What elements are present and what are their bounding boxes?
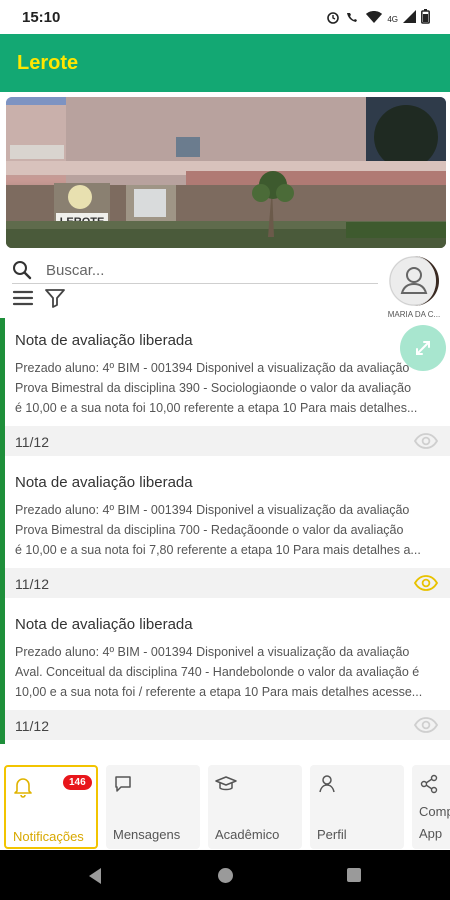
notification-footer: 11/12 bbox=[5, 426, 450, 456]
recent-apps-icon[interactable] bbox=[347, 868, 361, 882]
notification-body: Prezado aluno: 4º BIM - 001394 Disponive… bbox=[15, 500, 447, 560]
nav-label: Notificações bbox=[13, 829, 84, 844]
nav-label: Perfil bbox=[317, 827, 347, 842]
menu-icon[interactable] bbox=[12, 289, 34, 312]
chat-icon bbox=[113, 774, 133, 799]
notification-card[interactable]: Nota de avaliação liberada Prezado aluno… bbox=[0, 602, 450, 744]
nav-label: Acadêmico bbox=[215, 827, 280, 842]
eye-icon[interactable] bbox=[413, 717, 439, 738]
notification-title: Nota de avaliação liberada bbox=[15, 332, 193, 349]
status-time: 15:10 bbox=[22, 9, 61, 26]
wifi-calling-icon bbox=[345, 10, 361, 29]
back-icon[interactable] bbox=[87, 867, 103, 890]
graduation-cap-icon bbox=[215, 774, 237, 799]
bell-icon bbox=[13, 776, 33, 803]
nav-share-app[interactable]: Comp App bbox=[412, 765, 450, 849]
nav-label-line: App bbox=[419, 826, 443, 841]
profile-switcher[interactable]: MARIA DA C... bbox=[384, 256, 444, 319]
list-tools bbox=[12, 288, 66, 313]
notification-footer: 11/12 bbox=[5, 710, 450, 740]
search-icon[interactable] bbox=[12, 260, 32, 285]
notification-body-line: Prova Bimestral da disciplina 390 - Soci… bbox=[15, 381, 412, 395]
notification-count-badge: 146 bbox=[63, 775, 92, 790]
notification-footer: 11/12 bbox=[5, 568, 450, 598]
notification-body: Prezado aluno: 4º BIM - 001394 Disponive… bbox=[15, 642, 447, 702]
nav-notifications[interactable]: 146 Notificações bbox=[4, 765, 98, 849]
wifi-icon bbox=[366, 10, 383, 29]
status-bar: 15:10 4G bbox=[0, 0, 450, 34]
eye-icon[interactable] bbox=[413, 575, 439, 596]
notification-body: Prezado aluno: 4º BIM - 001394 Disponive… bbox=[15, 358, 447, 418]
notification-body-line: Aval. Conceitual da disciplina 740 - Han… bbox=[15, 665, 420, 679]
expand-arrows-icon bbox=[416, 341, 430, 355]
status-icons: 4G bbox=[326, 9, 430, 29]
filter-icon[interactable] bbox=[44, 288, 66, 313]
notification-body-line: é 10,00 e a sua nota foi 7,80 referente … bbox=[15, 543, 421, 557]
expand-button[interactable] bbox=[400, 325, 446, 371]
notification-card[interactable]: Nota de avaliação liberada Prezado aluno… bbox=[0, 460, 450, 602]
nav-label-line: Comp bbox=[419, 804, 450, 819]
app-bar: Lerote bbox=[0, 34, 450, 92]
search-input[interactable] bbox=[46, 259, 366, 281]
app-title: Lerote bbox=[17, 52, 79, 74]
user-silhouette-icon bbox=[389, 256, 436, 306]
notification-body-line: Prezado aluno: 4º BIM - 001394 Disponive… bbox=[15, 361, 410, 375]
nav-profile[interactable]: Perfil bbox=[310, 765, 404, 849]
avatar[interactable] bbox=[389, 256, 439, 306]
search-bar bbox=[12, 256, 378, 284]
notification-body-line: Prezado aluno: 4º BIM - 001394 Disponive… bbox=[15, 503, 410, 517]
notification-title: Nota de avaliação liberada bbox=[15, 616, 193, 633]
alarm-icon bbox=[326, 10, 340, 29]
person-icon bbox=[317, 774, 337, 799]
school-building-illustration: LEROTE bbox=[6, 97, 446, 248]
notification-card[interactable]: Nota de avaliação liberada Prezado aluno… bbox=[0, 318, 450, 460]
battery-icon bbox=[421, 9, 430, 29]
nav-label: Mensagens bbox=[113, 827, 181, 842]
eye-icon[interactable] bbox=[413, 433, 439, 454]
nav-messages[interactable]: Mensagens bbox=[106, 765, 200, 849]
notification-body-line: 10,00 e a sua nota foi / referente a eta… bbox=[15, 685, 423, 699]
cell-signal-icon bbox=[403, 10, 416, 28]
nav-academic[interactable]: Acadêmico bbox=[208, 765, 302, 849]
bottom-navigation: 146 Notificações Mensagens Acadêmico Per… bbox=[0, 762, 450, 850]
system-navigation-bar bbox=[0, 850, 450, 900]
notification-date: 11/12 bbox=[15, 576, 49, 592]
notification-body-line: Prezado aluno: 4º BIM - 001394 Disponive… bbox=[15, 645, 410, 659]
network-type-label: 4G bbox=[387, 14, 398, 24]
notification-date: 11/12 bbox=[15, 434, 49, 450]
nav-label: Comp App bbox=[419, 801, 450, 845]
home-icon[interactable] bbox=[218, 868, 233, 883]
notification-date: 11/12 bbox=[15, 718, 49, 734]
share-icon bbox=[419, 774, 439, 799]
notification-body-line: é 10,00 e a sua nota foi 10,00 referente… bbox=[15, 401, 418, 415]
notification-title: Nota de avaliação liberada bbox=[15, 474, 193, 491]
school-banner-image: LEROTE bbox=[6, 97, 446, 248]
notification-list: Nota de avaliação liberada Prezado aluno… bbox=[0, 318, 450, 744]
notification-body-line: Prova Bimestral da disciplina 700 - Reda… bbox=[15, 523, 404, 537]
